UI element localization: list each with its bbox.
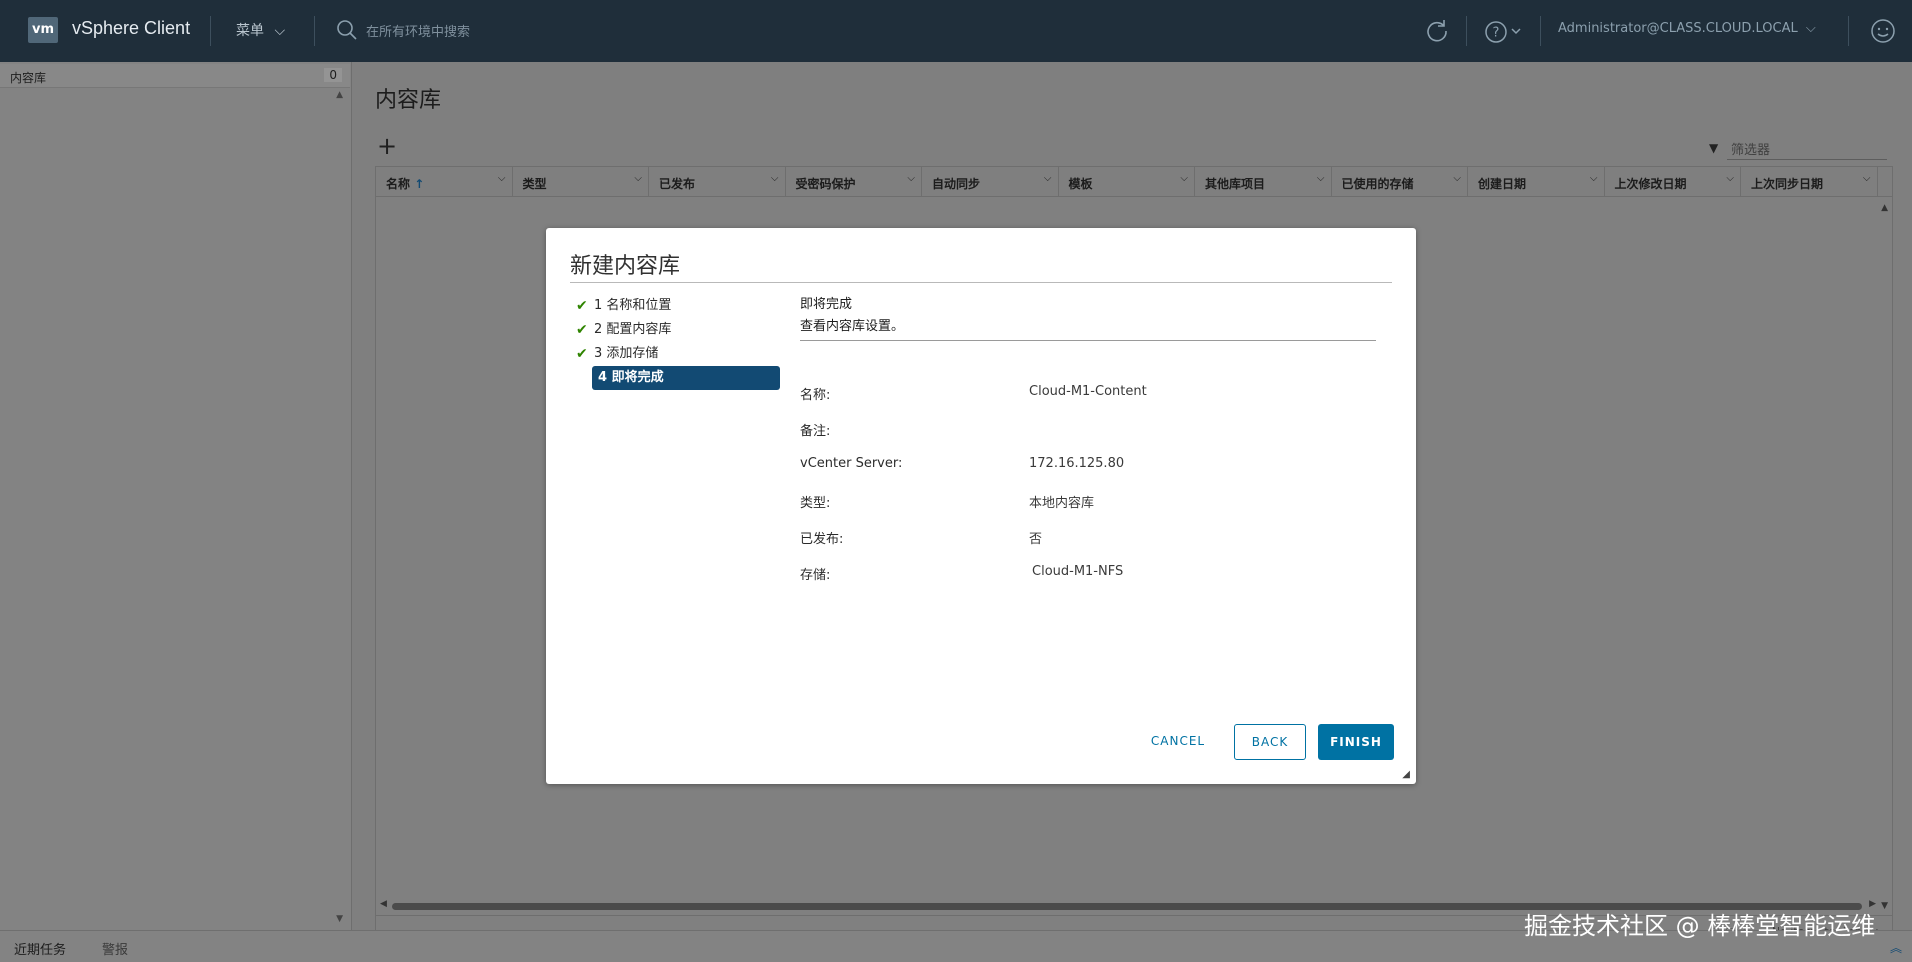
header-divider [314,16,315,46]
column-header-storage-used[interactable]: 已使用的存储 ⌵ [1332,167,1468,196]
step-label: 4 即将完成 [598,370,664,385]
navigator-title: 内容库 [10,71,47,85]
chevron-down-icon[interactable]: ⌵ [1317,173,1325,184]
app-title[interactable]: vSphere Client [72,18,190,39]
step-label: 3 添加存储 [594,346,659,361]
new-content-library-dialog: 新建内容库 ✔ 1 名称和位置 ✔ 2 配置内容库 ✔ 3 添加存储 4 即将完… [546,228,1416,784]
refresh-icon[interactable] [1424,17,1450,43]
count-badge: 0 [324,68,342,82]
column-header-templates[interactable]: 模板 ⌵ [1059,167,1195,196]
top-header: vm vSphere Client 菜单 ⌵ 在所有环境中搜索 ? Admini… [0,0,1912,62]
chevron-down-icon[interactable]: ⌵ [1453,173,1461,184]
vmware-logo[interactable]: vm [28,17,58,43]
field-type: 类型: 本地内容库 [800,496,1095,511]
column-header-password[interactable]: 受密码保护 ⌵ [786,167,922,196]
scroll-up-icon[interactable]: ▲ [336,90,343,100]
scroll-up-icon[interactable]: ▲ [1881,203,1888,213]
field-notes: 备注: [800,424,831,439]
scroll-down-icon[interactable]: ▼ [336,914,343,924]
navigator-panel: 内容库 0 ▲ ▼ [0,62,352,930]
review-heading: 即将完成 [800,297,853,312]
chevron-down-icon[interactable]: ⌵ [1590,173,1598,184]
review-subtitle: 查看内容库设置。 [800,319,905,334]
column-header-modified[interactable]: 上次修改日期 ⌵ [1605,167,1741,196]
dialog-title: 新建内容库 [570,254,681,279]
grid-header: 名称 ↑ ⌵ 类型 ⌵ 已发布 ⌵ 受密码保护 ⌵ 自动同步 ⌵ 模板 ⌵ 其他库项目 ⌵ 已… [376,167,1892,197]
menu-label: 菜单 [236,23,264,39]
step-label: 2 配置内容库 [594,322,672,337]
expand-icon[interactable]: ︽ [1890,939,1902,956]
filter-icon: ▼ [1709,141,1719,155]
add-library-button[interactable]: + [377,134,397,158]
wizard-step-1[interactable]: ✔ 1 名称和位置 [576,294,784,318]
chevron-down-icon: ⌵ [1805,21,1816,36]
global-search-input[interactable]: 在所有环境中搜索 [366,21,470,40]
tab-recent-tasks[interactable]: 近期任务 [14,939,66,958]
field-storage: 存储: Cloud-M1-NFS [800,564,1124,583]
field-vcenter-server: vCenter Server: 172.16.125.80 [800,456,1125,471]
search-icon[interactable] [336,19,358,41]
scroll-left-icon[interactable]: ◀ [380,899,387,909]
step-label: 1 名称和位置 [594,298,672,313]
column-header-published[interactable]: 已发布 ⌵ [649,167,786,196]
review-divider [800,340,1376,341]
menu-dropdown[interactable]: 菜单 ⌵ [236,20,285,40]
column-header-other-items[interactable]: 其他库项目 ⌵ [1195,167,1332,196]
user-menu[interactable]: Administrator@CLASS.CLOUD.LOCAL ⌵ [1558,21,1816,36]
column-header-type[interactable]: 类型 ⌵ [513,167,649,196]
navigator-header: 内容库 0 [0,64,350,88]
chevron-down-icon[interactable]: ⌵ [1180,173,1188,184]
cancel-button[interactable]: CANCEL [1140,724,1216,758]
chevron-down-icon[interactable]: ⌵ [771,173,779,184]
title-divider [570,282,1392,283]
checkmark-icon: ✔ [576,298,588,314]
filter-placeholder: 筛选器 [1731,143,1771,158]
header-divider [1466,16,1467,46]
field-published: 已发布: 否 [800,532,1043,547]
sort-ascending-icon: ↑ [414,177,425,191]
chevron-down-icon[interactable]: ⌵ [1044,173,1052,184]
back-button[interactable]: BACK [1234,724,1306,760]
chevron-down-icon: ⌵ [274,23,286,39]
review-pane: 即将完成 查看内容库设置。 名称: Cloud-M1-Content 备注: v… [800,294,1376,583]
chevron-down-icon[interactable]: ⌵ [498,173,506,184]
watermark: 掘金技术社区 @ 棒棒堂智能运维 [1524,912,1876,940]
wizard-steps: ✔ 1 名称和位置 ✔ 2 配置内容库 ✔ 3 添加存储 4 即将完成 [576,294,784,390]
user-face-icon[interactable] [1870,18,1896,44]
help-icon[interactable]: ? [1484,20,1524,44]
chevron-down-icon[interactable]: ⌵ [1726,173,1734,184]
field-name: 名称: Cloud-M1-Content [800,384,1147,403]
column-header-last-sync[interactable]: 上次同步日期 ⌵ [1741,167,1878,196]
checkmark-icon: ✔ [576,346,588,362]
header-divider [1848,16,1849,46]
chevron-down-icon[interactable]: ⌵ [634,173,642,184]
header-divider [210,16,211,46]
page-title: 内容库 [375,88,442,113]
finish-button[interactable]: FINISH [1318,724,1394,760]
checkmark-icon: ✔ [576,322,588,338]
column-header-created[interactable]: 创建日期 ⌵ [1468,167,1605,196]
filter-input[interactable]: ▼ 筛选器 [1709,136,1887,160]
resize-handle-icon[interactable]: ◢ [1402,769,1410,780]
wizard-step-2[interactable]: ✔ 2 配置内容库 [576,318,784,342]
column-header-name[interactable]: 名称 ↑ ⌵ [376,167,513,196]
user-name: Administrator@CLASS.CLOUD.LOCAL [1558,21,1798,36]
column-header-auto-sync[interactable]: 自动同步 ⌵ [922,167,1059,196]
chevron-down-icon[interactable]: ⌵ [1863,173,1871,184]
wizard-step-3[interactable]: ✔ 3 添加存储 [576,342,784,366]
wizard-step-4[interactable]: 4 即将完成 [592,366,780,390]
svg-text:?: ? [1493,26,1500,41]
header-divider [1540,16,1541,46]
chevron-down-icon[interactable]: ⌵ [907,173,915,184]
tab-alarms[interactable]: 警报 [102,939,128,958]
